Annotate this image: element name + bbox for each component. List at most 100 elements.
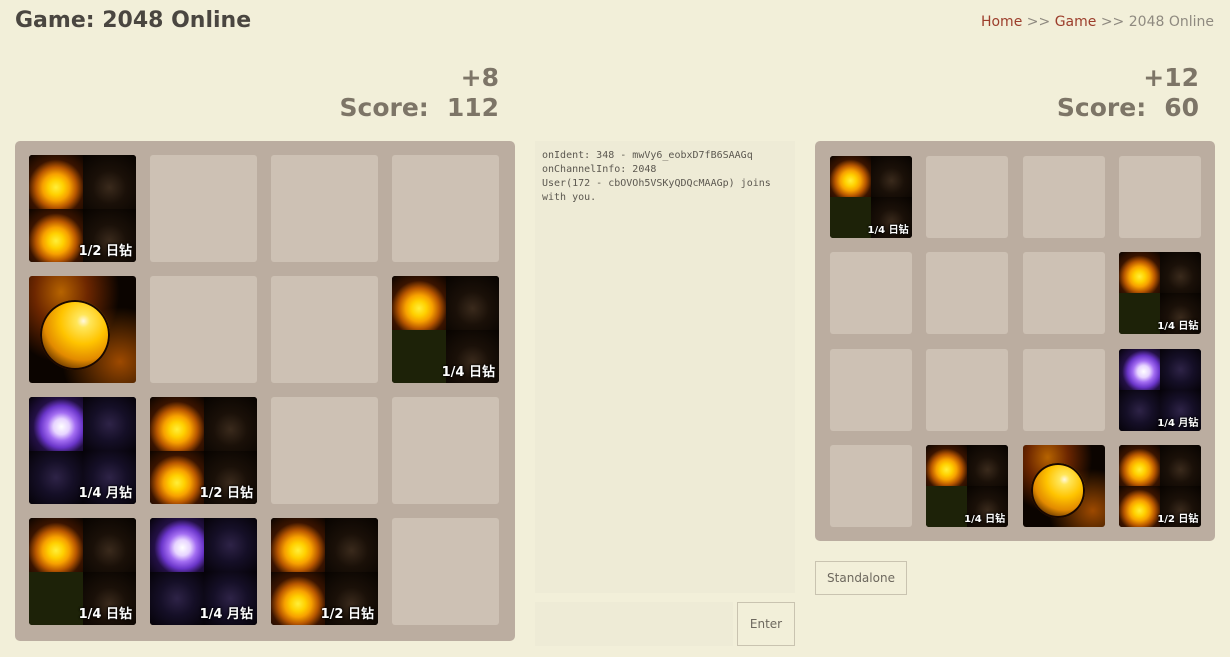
breadcrumb: Home >> Game >> 2048 Online — [981, 14, 1214, 30]
grid-cell: 1/4 月钻 — [150, 518, 257, 625]
grid-cell — [1022, 445, 1105, 528]
grid-cell — [1022, 252, 1105, 335]
grid-cell — [829, 348, 912, 431]
grid-cell — [150, 155, 257, 262]
sun-diamond-quarter-tile: 1/4 日钻 — [392, 276, 499, 383]
tile-label: 1/4 月钻 — [199, 607, 253, 622]
moon-diamond-icon — [82, 397, 136, 451]
enter-button[interactable]: Enter — [737, 602, 795, 646]
grid-cell — [271, 276, 378, 383]
moon-diamond-icon — [1119, 348, 1161, 390]
grid-cell: 1/2 日钻 — [150, 397, 257, 504]
grid-cell: 1/2 日钻 — [29, 155, 136, 262]
sun-diamond-quarter-tile: 1/4 日钻 — [926, 445, 1009, 528]
sun-diamond-half-tile: 1/2 日钻 — [271, 518, 378, 625]
sun-diamond-quarter-tile: 1/4 日钻 — [29, 518, 136, 625]
sun-diamond-icon — [1160, 252, 1202, 294]
page-title: Game: 2048 Online — [15, 8, 252, 33]
moon-diamond-icon — [1119, 389, 1161, 431]
moon-diamond-quarter-tile: 1/4 月钻 — [1119, 348, 1202, 431]
grid-cell — [829, 252, 912, 335]
sun-diamond-icon — [29, 208, 83, 262]
sun-diamond-icon — [271, 518, 325, 572]
chat-line: onIdent: 348 - mwVy6_eobxD7fB6SAAGq — [542, 150, 753, 161]
left-score-value: 112 — [446, 93, 499, 122]
moon-diamond-quarter-tile: 1/4 月钻 — [150, 518, 257, 625]
tile-label: 1/2 日钻 — [320, 607, 374, 622]
sun-diamond-icon — [324, 518, 378, 572]
sun-diamond-icon — [1030, 463, 1086, 518]
grid-cell — [1119, 155, 1202, 238]
moon-diamond-icon — [29, 450, 83, 504]
right-score-panel: +12 Score: 60 — [1057, 64, 1199, 124]
sun-diamond-icon — [1119, 486, 1161, 528]
tile-label: 1/4 日钻 — [964, 514, 1006, 526]
tile-label: 1/4 日钻 — [1157, 321, 1199, 333]
grid-cell — [150, 276, 257, 383]
breadcrumb-game-link[interactable]: Game — [1055, 14, 1097, 30]
sun-diamond-icon — [926, 445, 968, 487]
sun-diamond-half-tile: 1/2 日钻 — [1119, 445, 1202, 528]
grid-cell — [926, 252, 1009, 335]
grid-cell: 1/4 日钻 — [829, 155, 912, 238]
moon-diamond-icon — [203, 518, 257, 572]
opponent-game-board: 1/4 日钻 1/4 日钻 1/4 月钻 1/4 日钻 1/2 日钻 — [815, 141, 1215, 541]
moon-diamond-icon — [29, 397, 83, 451]
grid-cell: 1/2 日钻 — [1119, 445, 1202, 528]
tile-label: 1/2 日钻 — [1157, 514, 1199, 526]
sun-diamond-icon — [150, 397, 204, 451]
sun-diamond-icon — [392, 329, 446, 383]
sun-diamond-icon — [150, 450, 204, 504]
sun-diamond-tile — [29, 276, 136, 383]
grid-cell — [271, 155, 378, 262]
player-game-board[interactable]: 1/2 日钻 1/4 日钻 1/4 月钻 1/2 日钻 1/4 日钻 1/4 月钻 1/2 … — [15, 141, 515, 641]
standalone-button[interactable]: Standalone — [815, 561, 907, 595]
grid-cell: 1/4 日钻 — [926, 445, 1009, 528]
grid-cell — [392, 397, 499, 504]
right-score-label: Score: — [1056, 93, 1147, 122]
left-score-delta: +8 — [460, 63, 499, 92]
sun-diamond-quarter-tile: 1/4 日钻 — [1119, 252, 1202, 335]
sun-diamond-icon — [29, 518, 83, 572]
right-score-delta: +12 — [1143, 63, 1199, 92]
sun-diamond-icon — [829, 155, 871, 197]
sun-diamond-half-tile: 1/2 日钻 — [150, 397, 257, 504]
sun-diamond-icon — [39, 299, 111, 371]
tile-label: 1/2 日钻 — [78, 244, 132, 259]
grid-cell — [29, 276, 136, 383]
grid-cell — [392, 155, 499, 262]
chat-log: onIdent: 348 - mwVy6_eobxD7fB6SAAGq onCh… — [535, 141, 795, 593]
sun-diamond-icon — [392, 276, 446, 330]
grid-cell: 1/4 日钻 — [1119, 252, 1202, 335]
left-score-label: Score: — [339, 93, 429, 122]
sun-diamond-tile — [1022, 445, 1105, 528]
right-score-value: 60 — [1164, 93, 1199, 122]
sun-diamond-icon — [1160, 445, 1202, 487]
sun-diamond-icon — [271, 571, 325, 625]
sun-diamond-half-tile: 1/2 日钻 — [29, 155, 136, 262]
grid-cell — [392, 518, 499, 625]
breadcrumb-current: 2048 Online — [1128, 14, 1214, 30]
tile-label: 1/4 月钻 — [78, 486, 132, 501]
sun-diamond-icon — [82, 518, 136, 572]
sun-diamond-icon — [29, 155, 83, 209]
breadcrumb-separator: >> — [1026, 14, 1051, 30]
grid-cell — [271, 397, 378, 504]
grid-cell — [926, 155, 1009, 238]
grid-cell — [1022, 155, 1105, 238]
grid-cell: 1/4 月钻 — [1119, 348, 1202, 431]
grid-cell — [1022, 348, 1105, 431]
sun-diamond-icon — [926, 486, 968, 528]
tile-label: 1/4 日钻 — [867, 224, 909, 236]
moon-diamond-icon — [150, 571, 204, 625]
grid-cell: 1/4 日钻 — [29, 518, 136, 625]
sun-diamond-icon — [29, 571, 83, 625]
moon-diamond-quarter-tile: 1/4 月钻 — [29, 397, 136, 504]
grid-cell: 1/2 日钻 — [271, 518, 378, 625]
chat-input[interactable] — [535, 602, 733, 646]
breadcrumb-home-link[interactable]: Home — [981, 14, 1022, 30]
grid-cell: 1/4 日钻 — [392, 276, 499, 383]
grid-cell — [829, 445, 912, 528]
moon-diamond-icon — [1160, 348, 1202, 390]
tile-label: 1/4 日钻 — [78, 607, 132, 622]
